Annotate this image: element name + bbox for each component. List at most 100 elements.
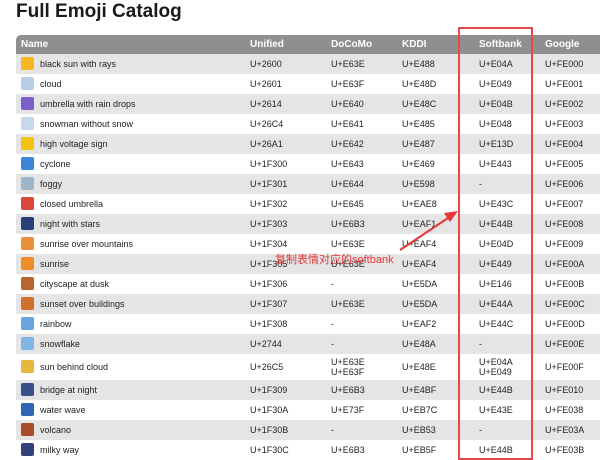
table-row: cyclone U+1F300 U+E643 U+E469 U+E443 U+FE005 <box>16 154 600 174</box>
cell-softbank[interactable]: U+E146 <box>465 274 540 294</box>
cell-google: U+FE003 <box>540 114 600 134</box>
cell-softbank[interactable]: U+E44C <box>465 314 540 334</box>
cell-name: bridge at night <box>16 380 245 400</box>
cell-google: U+FE008 <box>540 214 600 234</box>
cell-softbank[interactable]: U+E44B <box>465 440 540 460</box>
cell-softbank[interactable]: U+E44B <box>465 380 540 400</box>
table-row: cloud U+2601 U+E63F U+E48D U+E049 U+FE001 <box>16 74 600 94</box>
emoji-name: high voltage sign <box>40 138 108 149</box>
table-row: rainbow U+1F308- U+EAF2 U+E44C U+FE00D <box>16 314 600 334</box>
volcano-icon <box>21 422 34 436</box>
cell-unified: U+1F30C <box>245 440 326 460</box>
cell-softbank[interactable]: U+E43C <box>465 194 540 214</box>
emoji-name: snowflake <box>40 338 81 349</box>
table-row: foggy U+1F301 U+E644 U+E598- U+FE006 <box>16 174 600 194</box>
emoji-name: sunset over buildings <box>40 298 125 309</box>
table-row: closed umbrella U+1F302 U+E645 U+EAE8 U+E43C… <box>16 194 600 214</box>
cell-softbank[interactable]: - <box>465 420 540 440</box>
cell-docomo: U+E6B3 <box>326 214 397 234</box>
cell-kddi: U+EB7C <box>397 400 465 420</box>
cell-unified: U+1F302 <box>245 194 326 214</box>
cell-name: sun behind cloud <box>16 354 245 380</box>
emoji-name: night with stars <box>40 218 101 229</box>
cell-name: foggy <box>16 174 245 194</box>
cell-kddi: U+E485 <box>397 114 465 134</box>
table-row: snowflake U+2744- U+E48A - U+FE00E <box>16 334 600 354</box>
cell-kddi: U+EAF1 <box>397 214 465 234</box>
cell-google: U+FE007 <box>540 194 600 214</box>
cell-softbank[interactable]: U+E04A <box>465 54 540 74</box>
cell-unified: U+1F309 <box>245 380 326 400</box>
cell-docomo: U+E645 <box>326 194 397 214</box>
emoji-name: foggy <box>40 178 63 189</box>
column-header-kddi[interactable]: KDDI <box>397 35 465 54</box>
cell-kddi: U+E598 <box>397 174 465 194</box>
cell-kddi: U+E48A <box>397 334 465 354</box>
cell-google: U+FE00A <box>540 254 600 274</box>
emoji-name: sunrise <box>40 258 70 269</box>
cell-softbank[interactable]: U+E04A U+E049 <box>465 354 540 380</box>
cell-kddi: U+E487 <box>397 134 465 154</box>
cell-unified: U+1F306 <box>245 274 326 294</box>
cell-name: cityscape at dusk <box>16 274 245 294</box>
cell-name: volcano <box>16 420 245 440</box>
cell-unified: U+26C4 <box>245 114 326 134</box>
cell-unified: U+1F30A <box>245 400 326 420</box>
cell-name: sunrise over mountains <box>16 234 245 254</box>
table-row: cityscape at dusk U+1F306- U+E5DA U+E146 U+F… <box>16 274 600 294</box>
cell-google: U+FE038 <box>540 400 600 420</box>
emoji-name: snowman without snow <box>40 118 134 129</box>
cell-softbank[interactable]: U+E44A <box>465 294 540 314</box>
cell-google: U+FE005 <box>540 154 600 174</box>
cell-docomo: U+E73F <box>326 400 397 420</box>
cell-kddi: U+EB53 <box>397 420 465 440</box>
cell-unified: U+2614 <box>245 94 326 114</box>
cell-softbank[interactable]: U+E44B <box>465 214 540 234</box>
cell-softbank[interactable]: U+E049 <box>465 74 540 94</box>
column-header-name[interactable]: Name <box>16 35 245 54</box>
cell-softbank[interactable]: U+E449 <box>465 254 540 274</box>
cell-google: U+FE001 <box>540 74 600 94</box>
cell-softbank[interactable]: - <box>465 334 540 354</box>
cell-docomo: U+E6B3 <box>326 380 397 400</box>
cell-unified: U+1F30B <box>245 420 326 440</box>
fog-icon <box>21 176 34 190</box>
cell-name: umbrella with rain drops <box>16 94 245 114</box>
cell-name: snowman without snow <box>16 114 245 134</box>
cell-softbank[interactable]: U+E13D <box>465 134 540 154</box>
cell-google: U+FE009 <box>540 234 600 254</box>
cell-softbank[interactable]: U+E443 <box>465 154 540 174</box>
cell-kddi: U+EAF4 <box>397 234 465 254</box>
rainbow-icon <box>21 316 34 330</box>
cell-google: U+FE00F <box>540 354 600 380</box>
cell-kddi: U+E469 <box>397 154 465 174</box>
cell-unified: U+1F301 <box>245 174 326 194</box>
column-header-google[interactable]: Google <box>540 35 600 54</box>
column-header-docomo[interactable]: DoCoMo <box>326 35 397 54</box>
cell-docomo: U+E641 <box>326 114 397 134</box>
umbrella-rain-icon <box>21 96 34 110</box>
cell-softbank[interactable]: U+E04B <box>465 94 540 114</box>
cell-unified: U+2601 <box>245 74 326 94</box>
cell-kddi: U+EAF4 <box>397 254 465 274</box>
cell-softbank[interactable]: U+E43E <box>465 400 540 420</box>
cell-docomo: - <box>326 334 397 354</box>
column-header-unified[interactable]: Unified <box>245 35 326 54</box>
cell-name: water wave <box>16 400 245 420</box>
cell-softbank[interactable]: - <box>465 174 540 194</box>
table-row: water wave U+1F30A U+E73F U+EB7C U+E43E U+FE0… <box>16 400 600 420</box>
closed-umbrella-icon <box>21 196 34 210</box>
cell-google: U+FE004 <box>540 134 600 154</box>
sunrise-icon <box>21 256 34 270</box>
column-header-softbank[interactable]: Softbank <box>465 35 540 54</box>
emoji-name: sun behind cloud <box>40 361 109 372</box>
emoji-name: sunrise over mountains <box>40 238 134 249</box>
cell-softbank[interactable]: U+E048 <box>465 114 540 134</box>
cell-unified: U+2600 <box>245 54 326 74</box>
cell-softbank[interactable]: U+E04D <box>465 234 540 254</box>
cell-name: closed umbrella <box>16 194 245 214</box>
lightning-icon <box>21 136 34 150</box>
cell-name: rainbow <box>16 314 245 334</box>
snowflake-icon <box>21 336 34 350</box>
emoji-name: cyclone <box>40 158 71 169</box>
